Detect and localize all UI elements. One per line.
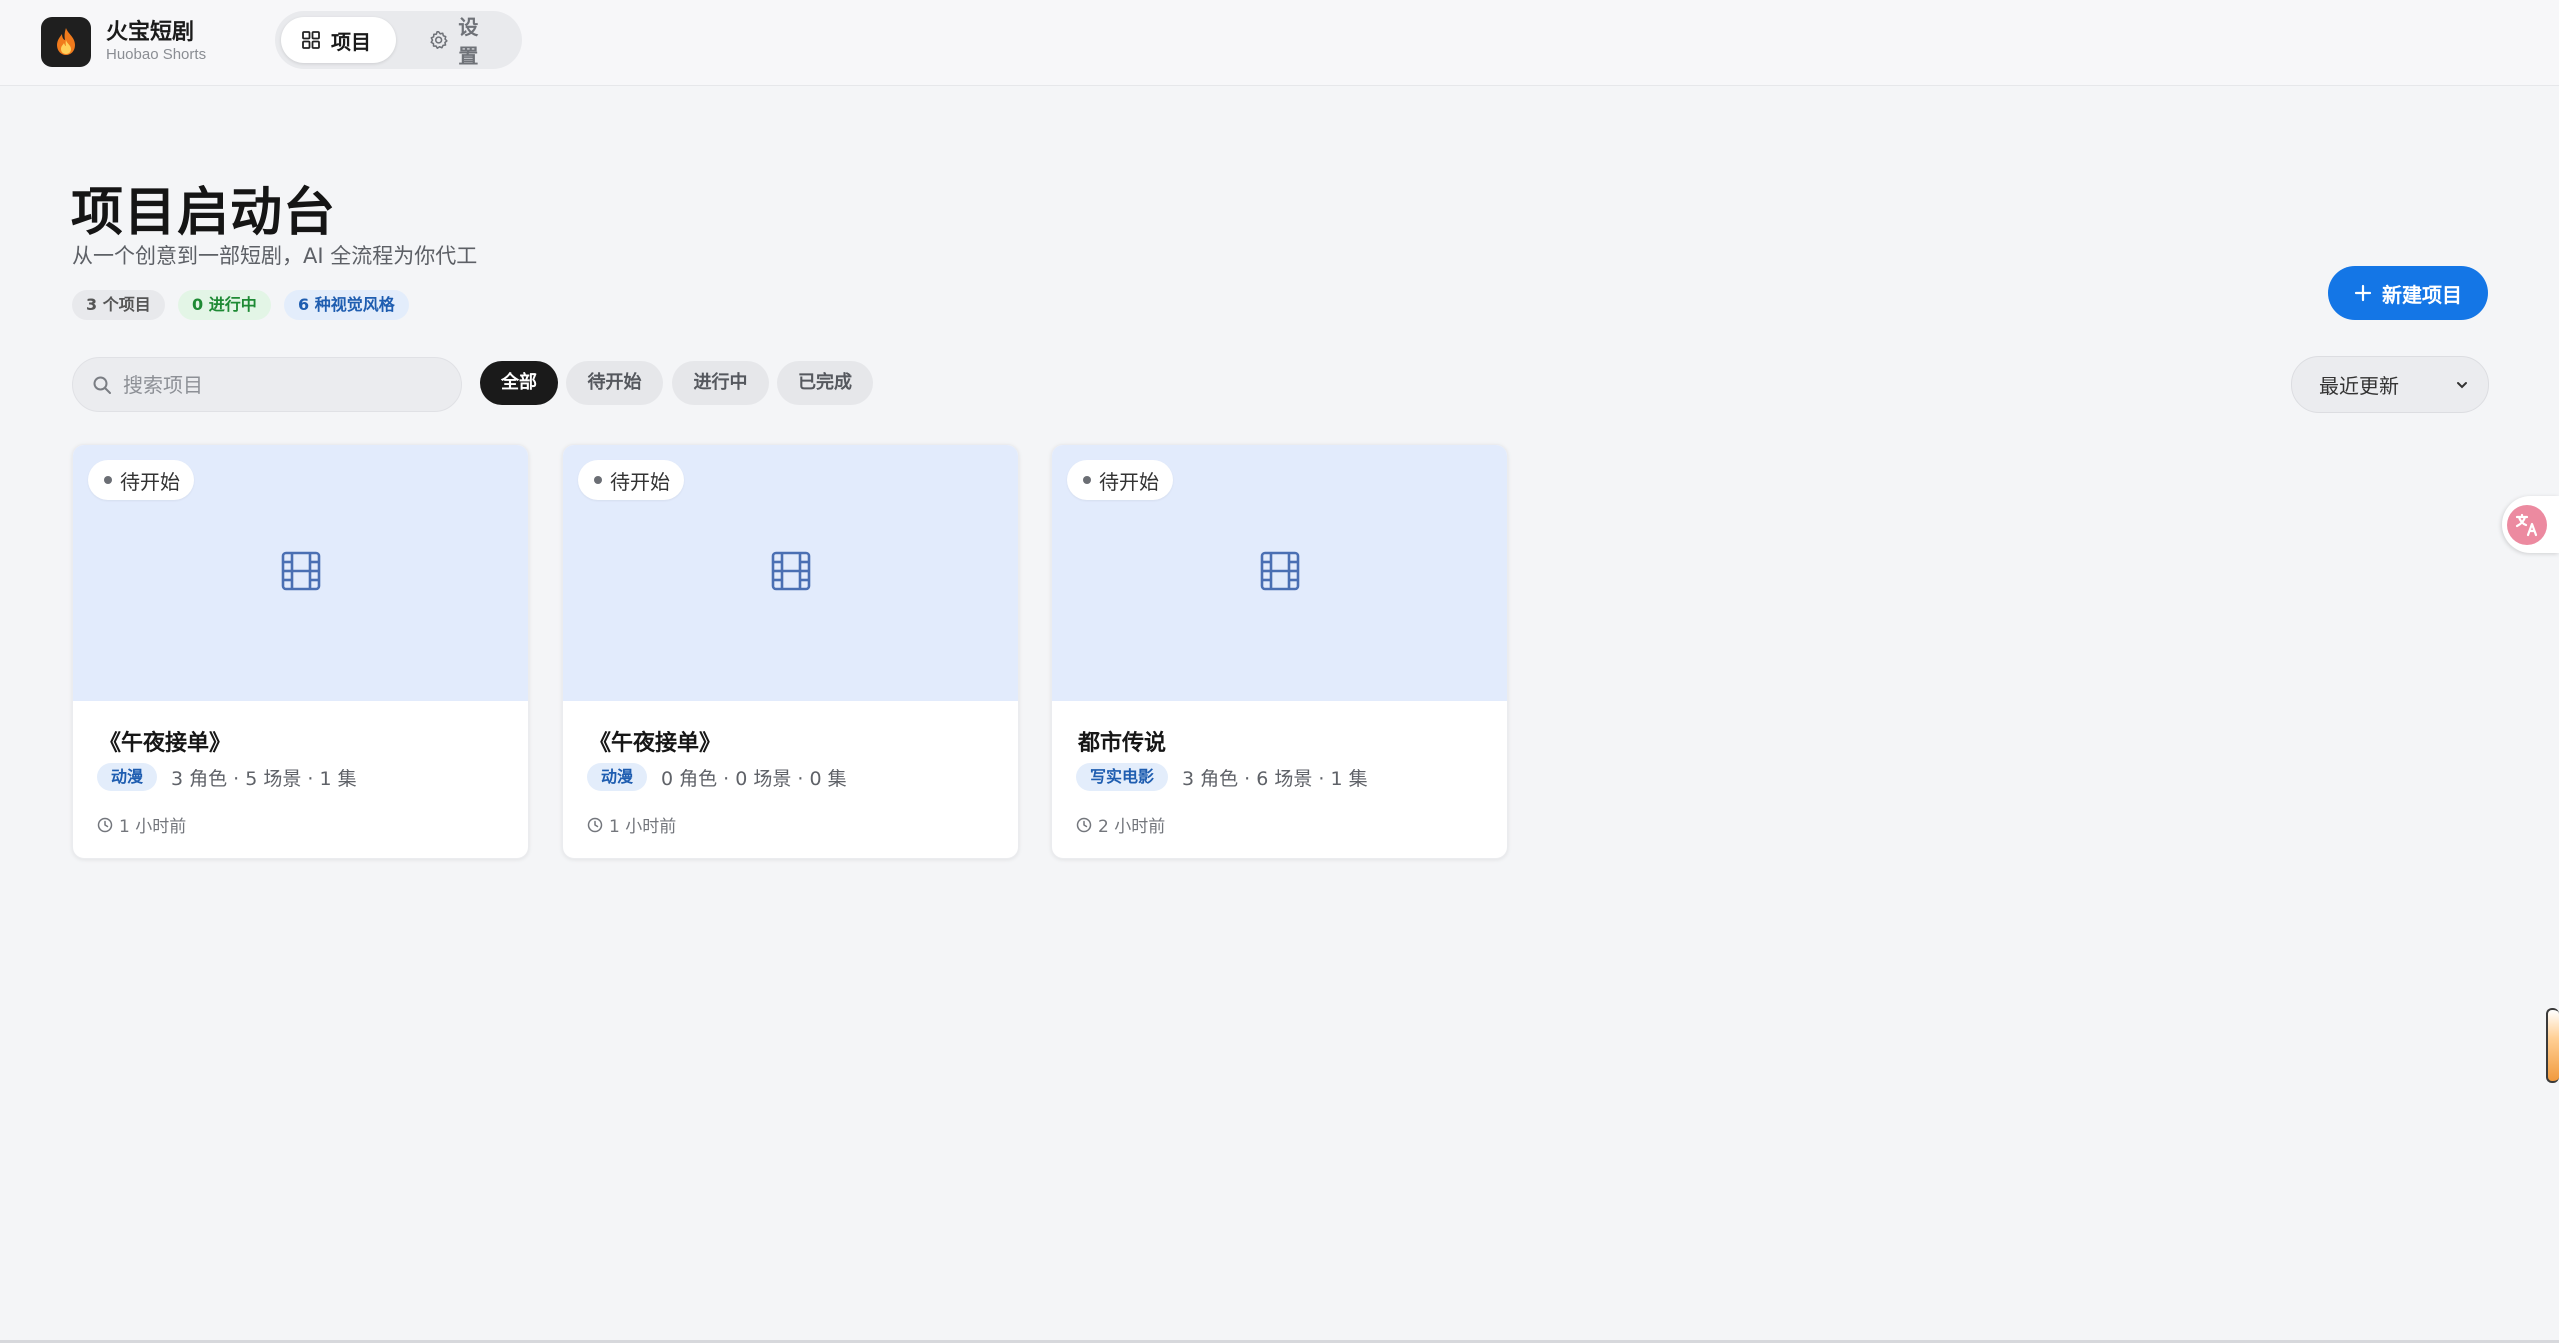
project-title: 《午夜接单》 xyxy=(589,731,722,756)
brand-title: 火宝短剧 xyxy=(106,20,195,45)
flame-icon xyxy=(57,28,75,55)
project-meta: 动漫 3 角色 · 5 场景 · 1 集 xyxy=(97,763,357,791)
nav-tab-label: 设置 xyxy=(458,15,479,68)
stat-badge-in-progress: 0 进行中 xyxy=(178,290,271,320)
status-label: 待开始 xyxy=(120,469,180,494)
style-tag: 动漫 xyxy=(587,763,648,791)
translate-button[interactable] xyxy=(2502,496,2559,553)
top-bar: 火宝短剧 Huobao Shorts 项目 设置 xyxy=(0,0,2559,86)
nav-tab-label: 项目 xyxy=(331,29,371,54)
nav-tab-settings[interactable]: 设置 xyxy=(409,15,517,68)
nav-tab-projects[interactable]: 项目 xyxy=(281,17,396,63)
app-logo[interactable] xyxy=(41,17,91,67)
film-icon xyxy=(1260,551,1300,591)
updated-label: 2 小时前 xyxy=(1098,817,1166,837)
project-counts: 0 角色 · 0 场景 · 0 集 xyxy=(661,767,847,790)
new-project-button[interactable]: 新建项目 xyxy=(2328,266,2488,320)
status-dot xyxy=(1083,476,1091,484)
status-badge: 待开始 xyxy=(1067,460,1173,500)
status-label: 待开始 xyxy=(1099,469,1159,494)
updated-time: 1 小时前 xyxy=(587,812,676,837)
project-meta: 动漫 0 角色 · 0 场景 · 0 集 xyxy=(587,763,847,791)
clock-icon xyxy=(1076,817,1092,832)
style-tag: 动漫 xyxy=(97,763,158,791)
search-input[interactable] xyxy=(123,358,443,411)
page-subtitle: 从一个创意到一部短剧，AI 全流程为你代工 xyxy=(72,244,478,268)
page-title: 项目启动台 xyxy=(71,183,337,243)
clock-icon xyxy=(587,817,603,832)
stat-badge-styles: 6 种视觉风格 xyxy=(284,290,409,320)
new-project-label: 新建项目 xyxy=(2382,282,2462,307)
grid-icon xyxy=(302,31,320,49)
main-nav: 项目 设置 xyxy=(275,11,522,69)
gear-icon xyxy=(430,31,448,49)
project-card[interactable]: 待开始 《午夜接单》 动漫 3 角色 · 5 场景 · 1 集 1 小时前 xyxy=(72,444,529,859)
updated-label: 1 小时前 xyxy=(119,817,187,837)
film-icon xyxy=(281,551,321,591)
side-scroll-handle[interactable] xyxy=(2546,1008,2559,1083)
updated-time: 2 小时前 xyxy=(1076,812,1165,837)
filter-in-progress[interactable]: 进行中 xyxy=(672,361,769,405)
filter-done[interactable]: 已完成 xyxy=(777,361,873,405)
project-card[interactable]: 待开始 《午夜接单》 动漫 0 角色 · 0 场景 · 0 集 1 小时前 xyxy=(562,444,1019,859)
updated-time: 1 小时前 xyxy=(97,812,186,837)
project-cover: 待开始 xyxy=(73,445,528,701)
project-cover: 待开始 xyxy=(563,445,1018,701)
updated-label: 1 小时前 xyxy=(609,817,677,837)
status-label: 待开始 xyxy=(610,469,670,494)
project-counts: 3 角色 · 6 场景 · 1 集 xyxy=(1182,767,1368,790)
status-badge: 待开始 xyxy=(88,460,194,500)
project-title: 《午夜接单》 xyxy=(99,731,232,756)
sort-select[interactable]: 最近更新 xyxy=(2291,356,2489,413)
clock-icon xyxy=(97,817,113,832)
search-box xyxy=(72,357,462,412)
project-counts: 3 角色 · 5 场景 · 1 集 xyxy=(171,767,357,790)
translate-icon xyxy=(2507,504,2547,545)
project-cover: 待开始 xyxy=(1052,445,1507,701)
brand-subtitle: Huobao Shorts xyxy=(106,46,207,63)
status-badge: 待开始 xyxy=(578,460,684,500)
project-meta: 写实电影 3 角色 · 6 场景 · 1 集 xyxy=(1076,763,1368,791)
project-title: 都市传说 xyxy=(1078,731,1167,756)
plus-icon xyxy=(2354,284,2372,302)
search-icon xyxy=(93,376,111,394)
sort-selected-value: 最近更新 xyxy=(2319,374,2399,398)
style-tag: 写实电影 xyxy=(1076,763,1169,791)
filter-all[interactable]: 全部 xyxy=(480,361,558,405)
stat-badge-total: 3 个项目 xyxy=(72,290,165,320)
chevron-down-icon xyxy=(2457,381,2467,388)
status-dot xyxy=(104,476,112,484)
status-dot xyxy=(594,476,602,484)
film-icon xyxy=(771,551,811,591)
filter-pending[interactable]: 待开始 xyxy=(566,361,663,405)
project-card[interactable]: 待开始 都市传说 写实电影 3 角色 · 6 场景 · 1 集 2 小时前 xyxy=(1051,444,1508,859)
